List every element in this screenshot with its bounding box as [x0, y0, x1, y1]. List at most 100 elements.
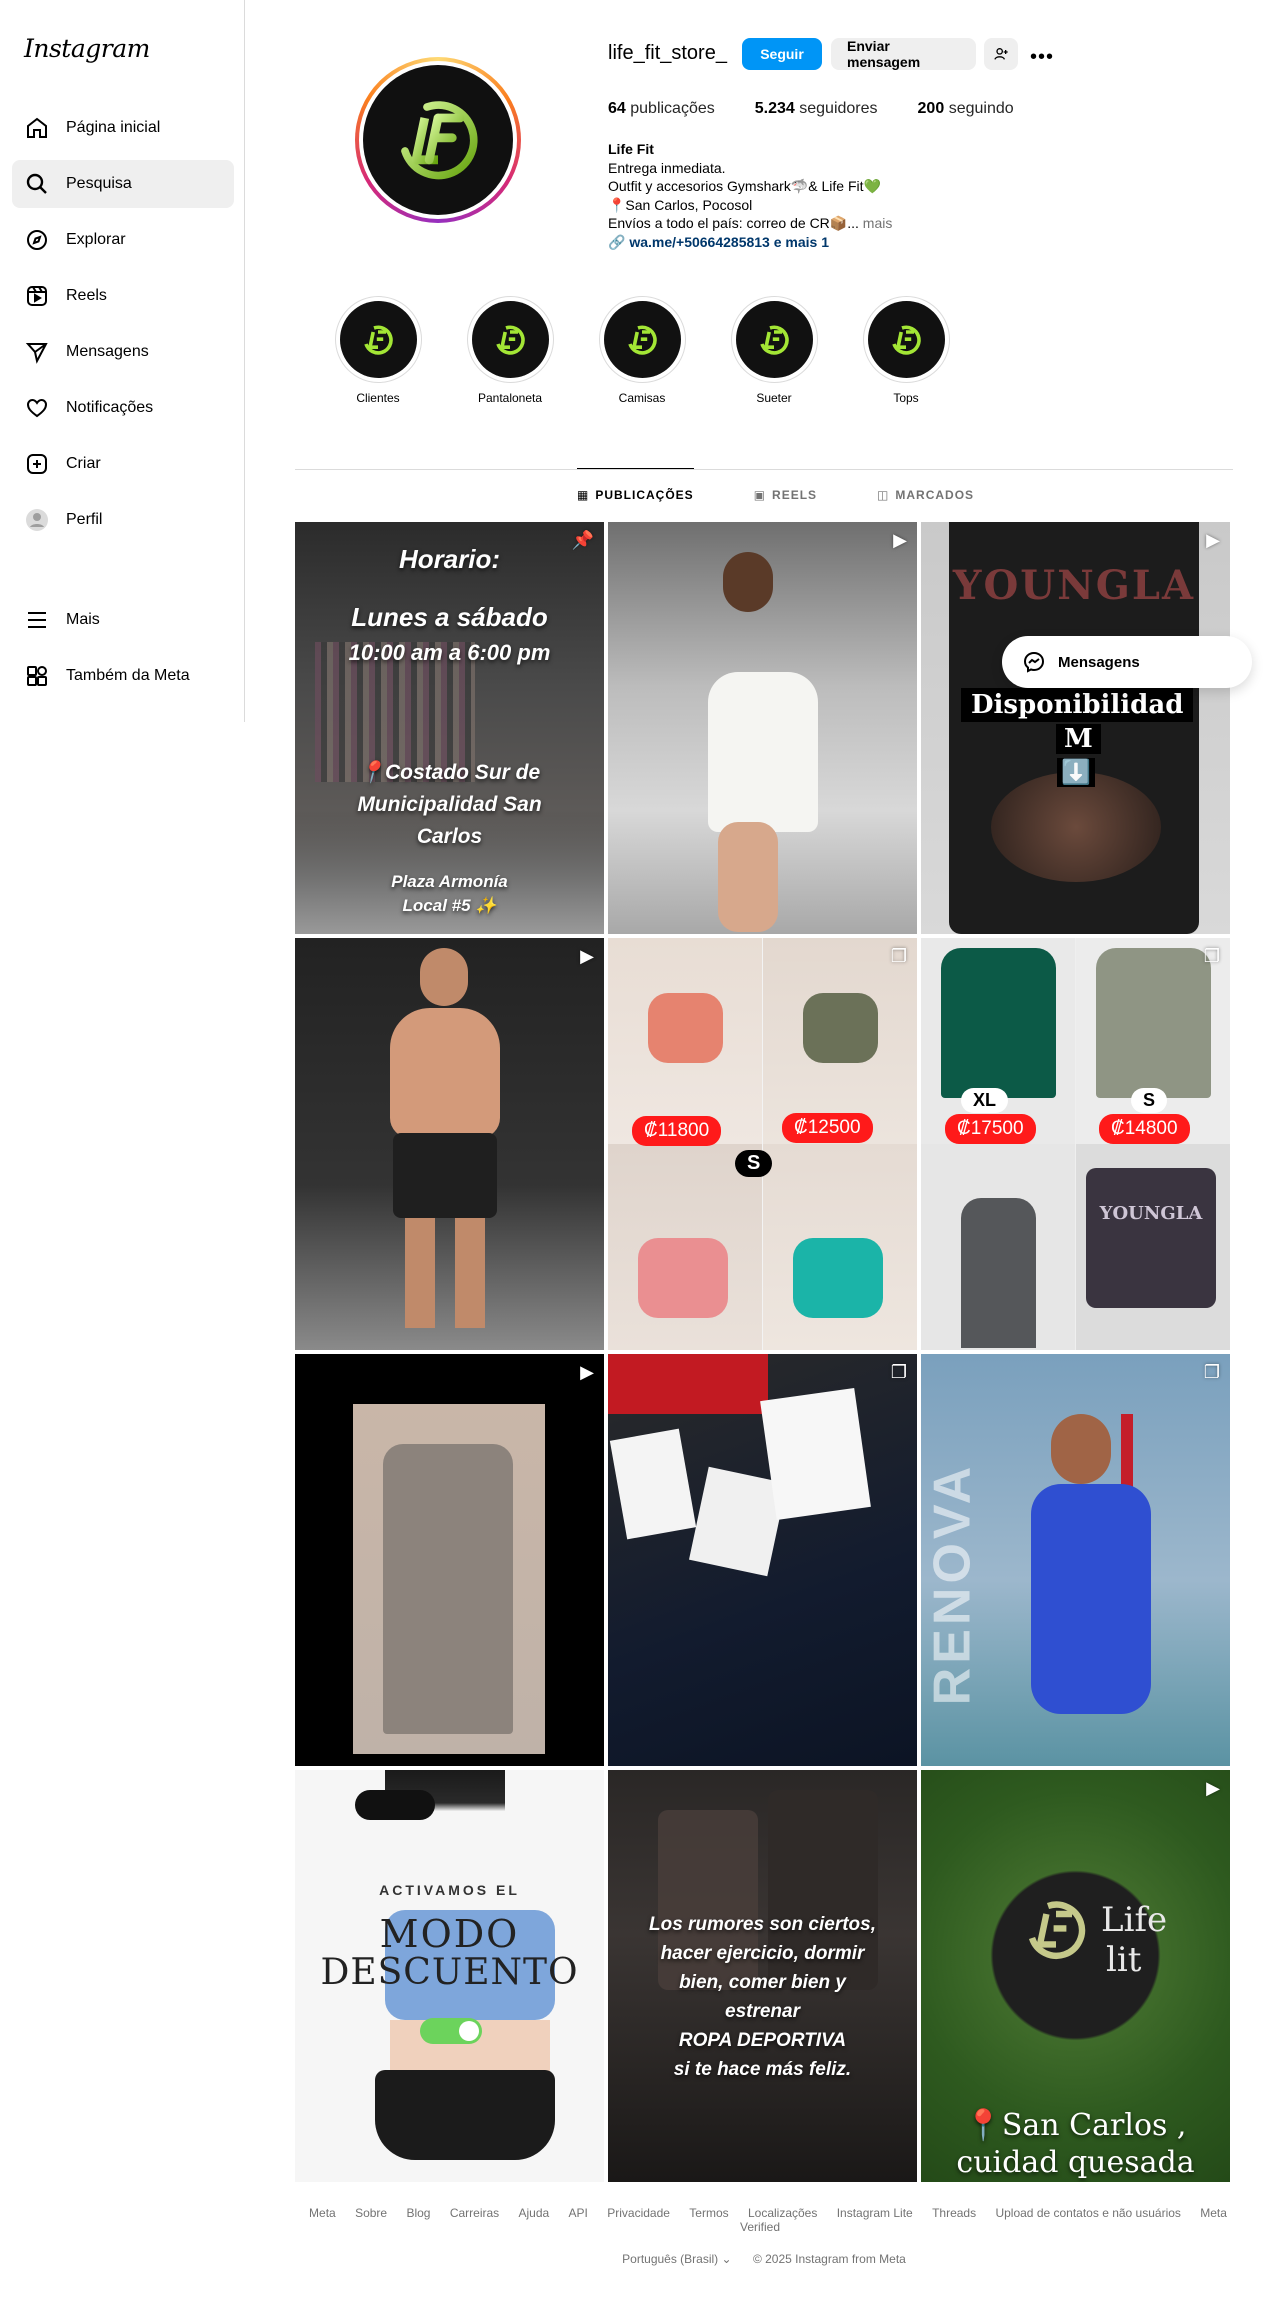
send-message-button[interactable]: Enviar mensagem [831, 38, 976, 70]
post-tile[interactable]: ▶ [295, 938, 604, 1350]
post-text: ⬇️ [1057, 758, 1095, 787]
post-text: 📍Costado Sur de Municipalidad San Carlos [357, 761, 542, 848]
post-tile[interactable]: 📌 Horario: Lunes a sábado 10:00 am a 6:0… [295, 522, 604, 934]
post-text: lit [1106, 1940, 1142, 1980]
post-tile[interactable]: ACTIVAMOS EL MODO DESCUENTO [295, 1770, 604, 2182]
story-highlights: Clientes Pantaloneta Camisas Sueter Tops [333, 296, 993, 405]
post-tile[interactable]: ❐ [608, 1354, 917, 1766]
footer-link[interactable]: Instagram Lite [837, 2206, 913, 2220]
more-options-icon[interactable]: ••• [1030, 46, 1054, 69]
sidebar: Instagram Página inicial Pesquisa Explor… [0, 0, 245, 722]
footer-link[interactable]: Termos [689, 2206, 728, 2220]
highlight-cover [735, 301, 813, 378]
post-text: 📍San Carlos , [964, 2108, 1187, 2143]
sidebar-item-label: Explorar [66, 231, 126, 248]
reel-icon: ▶ [580, 1362, 594, 1382]
highlight-tops[interactable]: Tops [861, 296, 951, 405]
tab-reels[interactable]: ▣ REELS [754, 469, 817, 521]
carousel-icon: ❐ [890, 946, 907, 966]
messages-floating-button[interactable]: Mensagens [1002, 636, 1252, 688]
footer-link[interactable]: Meta [309, 2206, 336, 2220]
footer-link[interactable]: Carreiras [450, 2206, 499, 2220]
post-text: YOUNGLA [952, 562, 1196, 609]
price-tag: ₡14800 [1099, 1114, 1190, 1144]
post-tile[interactable]: YOUNGLA ▶ Disponibilidad M ⬇️ [921, 522, 1230, 934]
footer-link[interactable]: Threads [932, 2206, 976, 2220]
sidebar-item-profile[interactable]: Perfil [12, 496, 234, 544]
sidebar-item-more[interactable]: Mais [12, 596, 234, 644]
bio-link-row[interactable]: 🔗 wa.me/+50664285813 e mais 1 [608, 233, 1058, 252]
post-text: Plaza Armonía [391, 872, 508, 891]
messenger-icon [1023, 651, 1045, 673]
post-tile[interactable]: ❐ ₡11800 ₡12500 S [608, 938, 917, 1350]
menu-icon [24, 607, 50, 633]
followers-count[interactable]: 5.234 seguidores [755, 100, 878, 118]
profile-display-name: Life Fit [608, 141, 654, 157]
footer-link[interactable]: Privacidade [607, 2206, 670, 2220]
profile-bio: Life Fit Entrega inmediata. Outfit y acc… [608, 140, 1058, 251]
life-fit-logo-icon [1028, 1901, 1086, 1959]
footer-link[interactable]: API [569, 2206, 588, 2220]
sidebar-item-label: Mais [66, 611, 100, 628]
suggest-users-button[interactable] [984, 38, 1018, 70]
sidebar-item-notifications[interactable]: Notificações [12, 384, 234, 432]
sidebar-item-label: Notificações [66, 399, 154, 416]
post-tile[interactable]: Los rumores son ciertos, hacer ejercicio… [608, 1770, 917, 2182]
sidebar-item-reels[interactable]: Reels [12, 272, 234, 320]
toggle-graphic [420, 2018, 482, 2044]
post-text: MODO [379, 1912, 520, 1956]
grid-icon: ▦ [577, 487, 590, 502]
profile-stats: 64 publicações 5.234 seguidores 200 segu… [608, 100, 1054, 118]
bio-more-link[interactable]: mais [863, 215, 893, 231]
sidebar-item-also-from-meta[interactable]: Também da Meta [12, 652, 234, 700]
post-tile[interactable]: ▶ [295, 1354, 604, 1766]
instagram-logo[interactable]: Instagram [24, 34, 150, 63]
profile-avatar-ring[interactable] [355, 57, 521, 223]
sidebar-bottom: Mais Também da Meta [12, 596, 234, 708]
post-tile[interactable]: ▶ [608, 522, 917, 934]
follow-button[interactable]: Seguir [742, 38, 822, 70]
highlight-label: Clientes [356, 391, 400, 405]
highlight-label: Pantaloneta [477, 391, 543, 405]
footer-link[interactable]: Upload de contatos e não usuários [995, 2206, 1180, 2220]
avatar-icon [24, 507, 50, 533]
tab-tagged[interactable]: ◫ MARCADOS [877, 469, 974, 521]
footer-link[interactable]: Localizações [748, 2206, 817, 2220]
bio-line: 📍San Carlos, Pocosol [608, 196, 753, 213]
sidebar-item-messages[interactable]: Mensagens [12, 328, 234, 376]
post-text: cuidad quesada [956, 2145, 1195, 2180]
language-select[interactable]: Português (Brasil) ⌄ [622, 2252, 731, 2266]
compass-icon [24, 227, 50, 253]
sidebar-item-create[interactable]: Criar [12, 440, 234, 488]
posts-count: 64 publicações [608, 100, 715, 117]
post-text: DESCUENTO [320, 1952, 579, 1993]
post-text: Local #5 ✨ [402, 896, 497, 915]
highlight-cover [471, 301, 549, 378]
posts-grid: 📌 Horario: Lunes a sábado 10:00 am a 6:0… [295, 522, 1230, 2182]
post-text: Lunes a sábado [351, 602, 548, 632]
post-tile[interactable]: ▶ Life lit 📍San Carlos , cuidad quesada [921, 1770, 1230, 2182]
highlight-sueter[interactable]: Sueter [729, 296, 819, 405]
post-tile[interactable]: RENOVA ❐ [921, 1354, 1230, 1766]
tab-posts[interactable]: ▦ PUBLICAÇÕES [577, 468, 694, 520]
sidebar-item-search[interactable]: Pesquisa [12, 160, 234, 208]
following-count[interactable]: 200 seguindo [918, 100, 1014, 118]
heart-icon [24, 395, 50, 421]
post-text: Life [1101, 1900, 1168, 1940]
post-tile[interactable]: YOUNGLA ❐ XL S ₡17500 ₡14800 [921, 938, 1230, 1350]
post-photo-figure [383, 1444, 513, 1734]
sidebar-item-home[interactable]: Página inicial [12, 104, 234, 152]
highlight-camisas[interactable]: Camisas [597, 296, 687, 405]
footer-link[interactable]: Ajuda [519, 2206, 550, 2220]
sidebar-item-explore[interactable]: Explorar [12, 216, 234, 264]
post-photo-figure [1051, 1414, 1111, 1484]
sidebar-nav: Página inicial Pesquisa Explorar Reels M… [12, 104, 234, 552]
highlight-clientes[interactable]: Clientes [333, 296, 423, 405]
highlight-pantaloneta[interactable]: Pantaloneta [465, 296, 555, 405]
footer-row: Português (Brasil) ⌄ © 2025 Instagram fr… [295, 2252, 1233, 2266]
reel-icon: ▶ [1206, 530, 1220, 550]
footer-link[interactable]: Sobre [355, 2206, 387, 2220]
footer-link[interactable]: Blog [406, 2206, 430, 2220]
price-tag: ₡12500 [782, 1113, 873, 1143]
bio-link[interactable]: wa.me/+50664285813 e mais 1 [629, 234, 829, 250]
